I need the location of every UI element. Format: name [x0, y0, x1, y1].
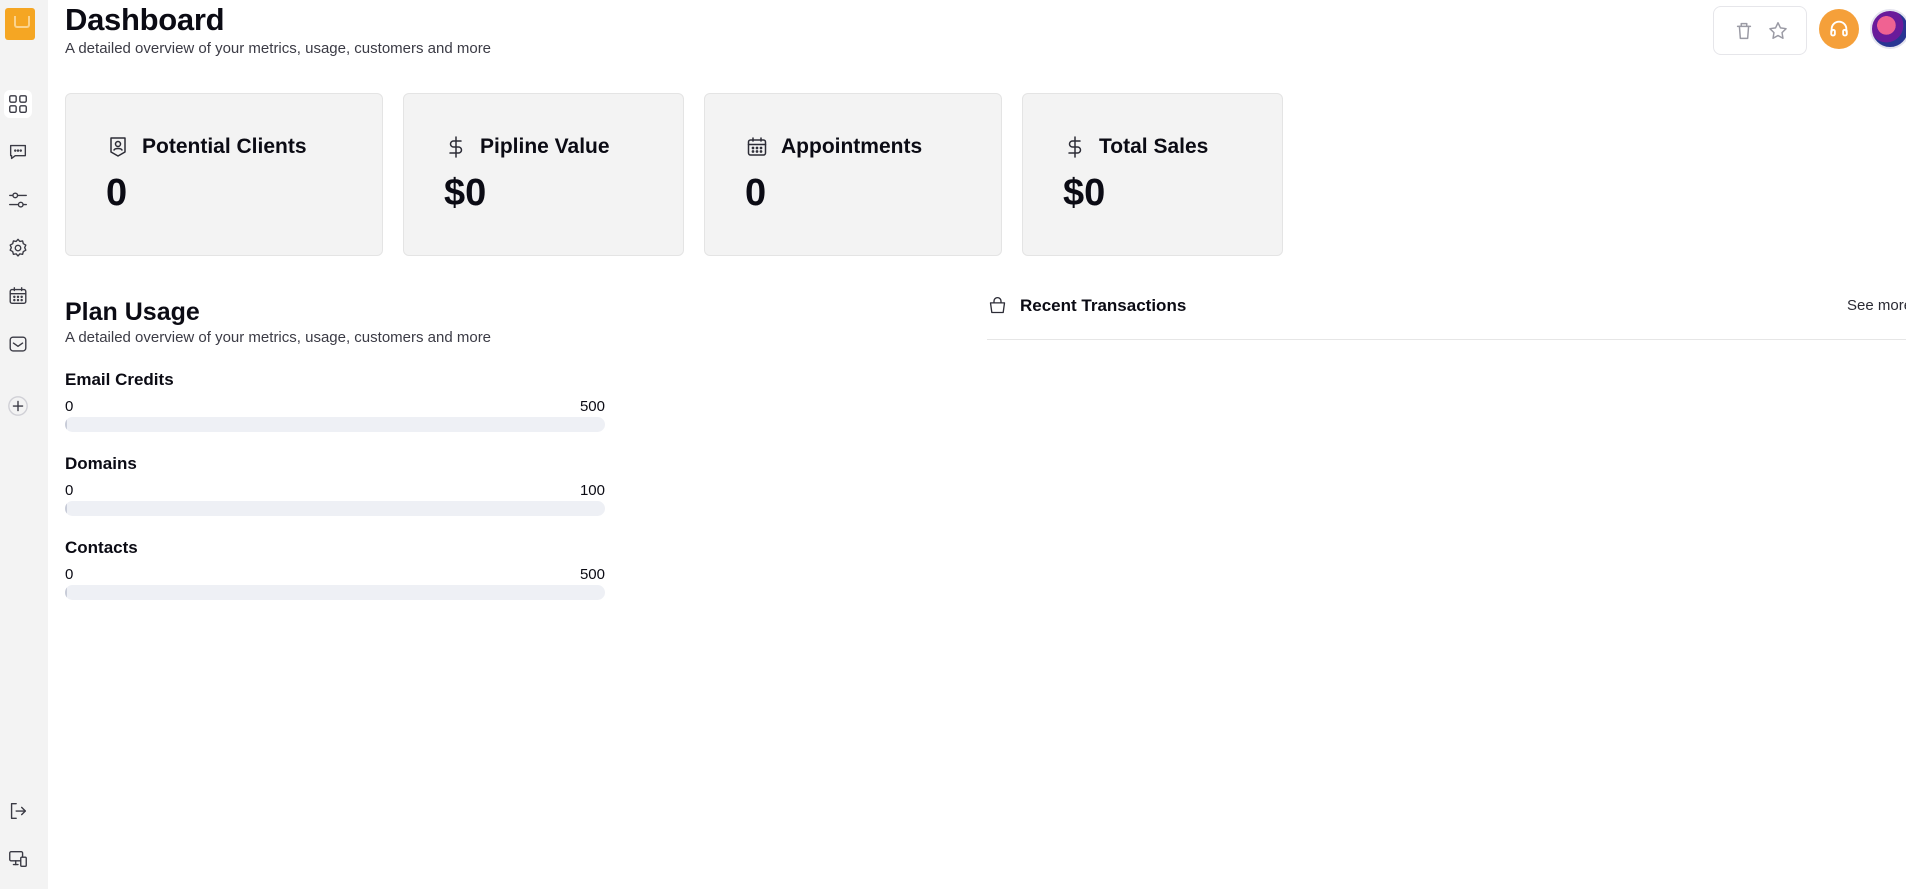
- usage-used: 0: [65, 566, 74, 583]
- inbox-icon: [9, 336, 27, 352]
- stat-label: Potential Clients: [142, 135, 307, 158]
- page-title: Dashboard: [65, 2, 225, 37]
- usage-limit: 500: [579, 566, 605, 583]
- dollar-icon: [1068, 136, 1082, 158]
- chat-icon: [9, 144, 27, 160]
- usage-label: Domains: [65, 454, 137, 473]
- devices-button[interactable]: [4, 845, 32, 873]
- sidebar-item-settings[interactable]: [4, 234, 32, 262]
- stat-value: 0: [106, 172, 128, 214]
- sidebar-item-dashboard[interactable]: [4, 90, 32, 118]
- topbar-actions: [1713, 6, 1807, 55]
- grid-icon: [9, 95, 27, 113]
- usage-progress-bar: [65, 585, 605, 600]
- dollar-icon: [449, 136, 463, 158]
- sidebar-item-calendar[interactable]: [4, 282, 32, 310]
- stat-value: $0: [1063, 172, 1106, 214]
- sliders-icon: [9, 192, 27, 208]
- plan-usage-subtitle: A detailed overview of your metrics, usa…: [65, 329, 492, 346]
- stat-card-total-sales: Total Sales $0: [1022, 93, 1283, 256]
- usage-limit: 100: [579, 482, 605, 499]
- usage-progress-fill: [65, 585, 67, 600]
- sidebar-item-pipelines[interactable]: [4, 186, 32, 214]
- support-button[interactable]: [1819, 9, 1859, 49]
- gear-icon: [9, 238, 27, 257]
- sidebar-item-inbox[interactable]: [4, 330, 32, 358]
- logout-icon: [10, 802, 27, 820]
- stat-label: Pipline Value: [480, 135, 610, 158]
- stat-card-potential-clients: Potential Clients 0: [65, 93, 383, 256]
- plus-icon: [8, 396, 28, 416]
- usage-domains: Domains 0 100: [65, 454, 605, 516]
- see-more-link[interactable]: See more: [1847, 297, 1906, 314]
- plan-usage-title: Plan Usage: [65, 298, 200, 326]
- calendar-icon: [9, 287, 27, 305]
- usage-email-credits: Email Credits 0 500: [65, 370, 605, 432]
- recent-transactions-header: Recent Transactions: [987, 295, 1186, 316]
- logo[interactable]: [5, 8, 35, 40]
- logout-button[interactable]: [4, 797, 32, 825]
- usage-progress-fill: [65, 501, 67, 516]
- sidebar: [0, 0, 48, 889]
- calendar-icon: [747, 137, 767, 156]
- usage-progress-bar: [65, 501, 605, 516]
- usage-label: Email Credits: [65, 370, 174, 389]
- usage-used: 0: [65, 398, 74, 415]
- page-subtitle: A detailed overview of your metrics, usa…: [65, 40, 492, 57]
- star-icon[interactable]: [1767, 20, 1789, 42]
- usage-contacts: Contacts 0 500: [65, 538, 605, 600]
- sidebar-item-conversations[interactable]: [4, 138, 32, 166]
- stat-label: Appointments: [781, 135, 923, 158]
- avatar[interactable]: [1870, 9, 1906, 49]
- stat-label: Total Sales: [1099, 135, 1209, 158]
- usage-used: 0: [65, 482, 74, 499]
- recent-transactions-title: Recent Transactions: [1020, 295, 1187, 315]
- stat-value: $0: [444, 172, 487, 214]
- stat-card-pipeline-value: Pipline Value $0: [403, 93, 684, 256]
- client-icon: [110, 137, 126, 157]
- divider: [987, 339, 1906, 340]
- stat-card-appointments: Appointments 0: [704, 93, 1002, 256]
- devices-icon: [9, 850, 27, 868]
- headset-icon: [1830, 20, 1848, 37]
- usage-label: Contacts: [65, 538, 138, 557]
- sidebar-item-add[interactable]: [4, 392, 32, 420]
- trash-icon[interactable]: [1733, 20, 1755, 42]
- usage-limit: 500: [579, 398, 605, 415]
- bag-icon: [989, 296, 1006, 314]
- usage-progress-fill: [65, 417, 67, 432]
- stat-value: 0: [745, 172, 767, 214]
- usage-progress-bar: [65, 417, 605, 432]
